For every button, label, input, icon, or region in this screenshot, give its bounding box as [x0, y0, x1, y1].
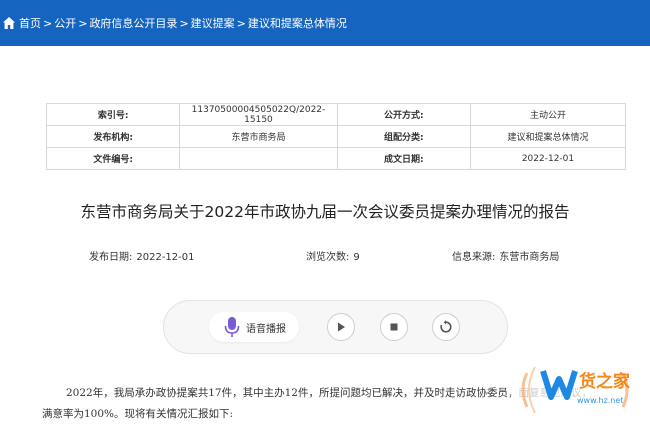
- home-icon: [3, 17, 15, 29]
- speech-broadcast-label: 语音播报: [246, 323, 286, 335]
- replay-icon: [440, 320, 452, 333]
- breadcrumb-catalog[interactable]: 政府信息公开目录: [89, 15, 177, 31]
- index-label: 索引号:: [45, 103, 181, 126]
- view-count-value: 9: [353, 252, 360, 263]
- written-date-label: 成文日期:: [336, 147, 471, 170]
- info-table: 索引号: 11370500004505022Q/2022-15150 公开方式:…: [45, 103, 627, 170]
- info-source: 信息来源: 东营市商务局: [452, 248, 559, 263]
- breadcrumb-proposals[interactable]: 建议提案: [191, 15, 235, 31]
- breadcrumb-separator: >: [236, 16, 246, 30]
- table-row: 发布机构: 东营市商务局 组配分类: 建议和提案总体情况: [45, 125, 627, 148]
- breadcrumb-separator: >: [43, 16, 53, 30]
- doc-number-label: 文件编号:: [45, 147, 181, 170]
- info-source-value: 东营市商务局: [499, 252, 560, 263]
- stop-button[interactable]: [380, 313, 408, 341]
- play-button[interactable]: [327, 313, 355, 341]
- audio-player: 语音播报: [163, 300, 508, 354]
- disclosure-method-value: 主动公开: [469, 103, 627, 126]
- table-row: 文件编号: 成文日期: 2022-12-01: [45, 147, 627, 170]
- publish-date: 发布日期: 2022-12-01: [89, 248, 195, 263]
- category-value: 建议和提案总体情况: [469, 125, 627, 148]
- microphone-icon: [224, 317, 240, 337]
- category-label: 组配分类:: [336, 125, 471, 148]
- publish-date-label: 发布日期:: [89, 252, 133, 263]
- body-paragraph-line: 满意率为100%。现将有关情况汇报如下:: [42, 408, 234, 420]
- written-date-value: 2022-12-01: [469, 147, 627, 170]
- table-row: 索引号: 11370500004505022Q/2022-15150 公开方式:…: [45, 103, 627, 126]
- breadcrumb-current[interactable]: 建议和提案总体情况: [248, 15, 347, 31]
- breadcrumb-home[interactable]: 首页: [19, 15, 41, 31]
- watermark-logo: 货之家 www.hz.net: [509, 349, 645, 425]
- speech-broadcast-button[interactable]: 语音播报: [209, 312, 299, 342]
- svg-text:货之家: 货之家: [579, 371, 630, 392]
- breadcrumb-separator: >: [78, 16, 88, 30]
- doc-number-value: [179, 147, 338, 170]
- publisher-value: 东营市商务局: [179, 125, 338, 148]
- info-source-label: 信息来源:: [452, 252, 496, 263]
- index-value: 11370500004505022Q/2022-15150: [179, 103, 338, 126]
- breadcrumb-bar: 首页 > 公开 > 政府信息公开目录 > 建议提案 > 建议和提案总体情况: [0, 0, 650, 46]
- view-count-label: 浏览次数:: [306, 252, 350, 263]
- publisher-label: 发布机构:: [45, 125, 181, 148]
- page-title: 东营市商务局关于2022年市政协九届一次会议委员提案办理情况的报告: [80, 203, 570, 221]
- replay-button[interactable]: [432, 313, 460, 341]
- svg-text:www.hz.net: www.hz.net: [577, 396, 623, 405]
- publish-date-value: 2022-12-01: [136, 252, 195, 263]
- view-count: 浏览次数: 9: [306, 248, 360, 263]
- play-icon: [338, 322, 345, 332]
- stop-icon: [390, 323, 398, 331]
- disclosure-method-label: 公开方式:: [336, 103, 471, 126]
- breadcrumb-separator: >: [179, 16, 189, 30]
- breadcrumb-public[interactable]: 公开: [54, 15, 76, 31]
